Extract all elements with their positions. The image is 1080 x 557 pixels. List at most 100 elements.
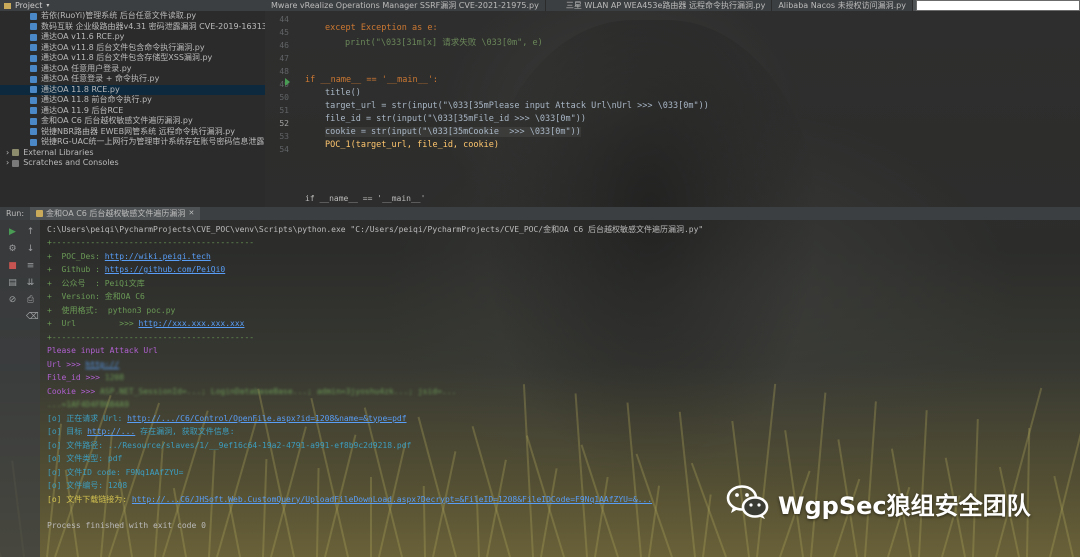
project-file-label: 通达OA 11.8 RCE.py — [41, 84, 120, 94]
tab-label: 三星 WLAN AP WEA453e路由器 远程命令执行漏洞.py — [565, 1, 766, 10]
project-file-item[interactable]: 通达OA v11.8 后台文件包含命令执行漏洞.py — [0, 43, 265, 54]
code-editor[interactable]: except Exception as e: print("\033[31m[x… — [305, 11, 1080, 198]
console-line: + 公众号 : PeiQi文库 — [47, 278, 145, 288]
scratches-label: Scratches and Consoles — [23, 158, 119, 167]
project-file-label: 通达OA v11.6 RCE.py — [41, 32, 125, 41]
code-line: title() — [325, 88, 361, 98]
wechat-icon — [726, 483, 770, 523]
scratches-item[interactable]: › Scratches and Consoles — [0, 158, 265, 169]
console-line: [o] 文件下载链接为: http://...C6/JHSoft.Web.Cus… — [47, 494, 652, 505]
chevron-right-icon: › — [6, 147, 10, 157]
project-file-item[interactable]: 通达OA v11.6 RCE.py — [0, 32, 265, 43]
library-icon — [12, 149, 20, 157]
line-number: 54 — [279, 145, 289, 154]
arrow-down-icon[interactable]: ↓ — [26, 245, 35, 254]
scroll-end-icon[interactable]: ⇊ — [26, 279, 35, 288]
project-file-label: 若依(RuoYi)管理系统 后台任意文件读取.py — [41, 11, 197, 20]
project-file-item[interactable]: 通达OA 11.8 前台命令执行.py — [0, 95, 265, 106]
rerun-icon[interactable]: ▶ — [8, 228, 17, 237]
search-input[interactable] — [916, 0, 1080, 11]
project-panel-header[interactable]: Project ▾ — [0, 0, 265, 11]
python-file-icon — [30, 44, 37, 52]
code-text: POC_1(target_url, file_id, cookie) — [325, 140, 499, 150]
project-file-item[interactable]: 通达OA 任意用户登录.py — [0, 64, 265, 75]
project-file-item[interactable]: 通达OA 11.9 后台RCE — [0, 106, 265, 117]
print-icon[interactable]: ⎙ — [26, 296, 35, 305]
console-link[interactable]: http://xxx.xxx.xxx.xxx — [139, 319, 245, 328]
wrench-icon[interactable]: ⚙ — [8, 245, 17, 254]
project-file-label: 通达OA 11.9 后台RCE — [41, 105, 124, 115]
line-number: 52 — [279, 119, 289, 128]
console-line: ...=1AF4D4FB6B4A9 — [47, 400, 129, 409]
console-link[interactable]: http://wiki.peiqi.tech — [105, 252, 211, 261]
trash-icon[interactable]: ⌫ — [26, 313, 39, 322]
project-panel-title: Project — [15, 1, 43, 10]
run-tab[interactable]: 金和OA C6 后台越权敏感文件遍历漏洞 ✕ — [30, 207, 201, 220]
console-link[interactable]: http:// — [86, 360, 120, 369]
project-file-label: 通达OA v11.8 后台文件包含存储型XSS漏洞.py — [41, 53, 213, 62]
pin-icon[interactable]: ⊘ — [8, 296, 17, 305]
arrow-up-icon[interactable]: ↑ — [26, 228, 35, 237]
python-file-icon — [30, 65, 37, 73]
layout-icon[interactable]: ▤ — [8, 279, 17, 288]
project-file-label: 通达OA 任意登录 + 命令执行.py — [41, 74, 160, 83]
code-line: print("\033[31m[x] 请求失败 \033[0m", e) — [345, 36, 543, 48]
console-text: Cookie >>> — [47, 386, 100, 396]
console-line: [o] 文件路径: ../Resource/slaves/1/__9ef16c6… — [47, 440, 412, 450]
breadcrumb[interactable]: if __name__ == '__main__' — [305, 194, 425, 203]
code-line: POC_1(target_url, file_id, cookie) — [325, 140, 499, 150]
close-icon[interactable]: ✕ — [188, 207, 194, 220]
python-file-icon — [30, 54, 37, 62]
python-file-icon — [30, 23, 37, 31]
soft-wrap-icon[interactable]: ≡ — [26, 262, 35, 271]
code-text: except Exception as e: — [325, 23, 438, 33]
code-line-current: cookie = str(input("\033[35mCookie >>> \… — [325, 127, 581, 137]
external-libraries-item[interactable]: › External Libraries — [0, 148, 265, 159]
console-line: Url >>> http:// — [47, 359, 119, 370]
project-file-item[interactable]: 通达OA v11.8 后台文件包含存储型XSS漏洞.py — [0, 53, 265, 64]
console-line: Please input Attack Url — [47, 346, 158, 355]
project-file-label: 锐捷NBR路由器 EWEB网管系统 远程命令执行漏洞.py — [41, 126, 235, 136]
project-file-item[interactable]: 金和OA C6 后台越权敏感文件遍历漏洞.py — [0, 116, 265, 127]
python-file-icon — [30, 138, 37, 146]
run-tool-strip: ▶ ↑ ⚙ ↓ ■ ≡ ▤ ⇊ ⊘ ⎙ ⌫ — [0, 220, 40, 557]
project-file-item[interactable]: 通达OA 11.8 RCE.py — [0, 84, 265, 95]
tab-vrealize[interactable]: Mware vRealize Operations Manager SSRF漏洞… — [265, 0, 546, 11]
run-gutter-icon[interactable] — [285, 78, 290, 86]
tab-label: Mware vRealize Operations Manager SSRF漏洞… — [271, 1, 539, 10]
tab-samsung[interactable]: 三星 WLAN AP WEA453e路由器 远程命令执行漏洞.py — [560, 0, 773, 11]
run-tab-label: 金和OA C6 后台越权敏感文件遍历漏洞 — [46, 209, 186, 218]
project-panel: Project ▾ 若依(RuoYi)管理系统 后台任意文件读取.py 数码互联 … — [0, 0, 265, 207]
line-number: 45 — [279, 28, 289, 37]
console-link[interactable]: https://github.com/PeiQi0 — [105, 265, 225, 274]
project-file-item[interactable]: 锐捷RG-UAC统一上网行为管理审计系统存在账号密码信息泄露 CNVD- — [0, 137, 265, 148]
stop-icon[interactable]: ■ — [8, 262, 17, 271]
project-file-item[interactable]: 通达OA 任意登录 + 命令执行.py — [0, 74, 265, 85]
python-file-icon — [30, 33, 37, 41]
console-line: Cookie >>> ASP.NET_SessionId=...; LoginD… — [47, 386, 456, 397]
project-file-item[interactable]: 数码互联 企业级路由器v4.31 密码泄露漏洞 CVE-2019-16313.p… — [0, 22, 265, 33]
console-link[interactable]: http://... — [87, 427, 135, 436]
console-line: + 使用格式: python3 poc.py — [47, 305, 176, 315]
tab-label: Alibaba Nacos 未授权访问漏洞.py — [778, 1, 906, 10]
code-text: target_url = str(input("\033[35mPlease i… — [325, 101, 709, 111]
console-line: File_id >>> 1208 — [47, 372, 124, 383]
python-file-icon — [30, 117, 37, 125]
code-text: cookie = str(input("\033[35mCookie >>> \… — [325, 127, 581, 137]
python-file-icon — [30, 75, 37, 83]
console-line: [o] 目标 http://... 存在漏洞, 获取文件信息: — [47, 426, 235, 437]
project-file-label: 金和OA C6 后台越权敏感文件遍历漏洞.py — [41, 116, 193, 125]
console-line: + Url >>> http://xxx.xxx.xxx.xxx — [47, 318, 244, 329]
tab-nacos[interactable]: Alibaba Nacos 未授权访问漏洞.py — [772, 0, 913, 11]
project-file-item[interactable]: 锐捷NBR路由器 EWEB网管系统 远程命令执行漏洞.py — [0, 127, 265, 138]
python-file-icon — [30, 86, 37, 94]
line-gutter: 44 45 46 47 48 49 50 51 52 53 54 — [265, 11, 295, 198]
project-file-item[interactable]: 若依(RuoYi)管理系统 后台任意文件读取.py — [0, 11, 265, 22]
console-text: + Github : — [47, 265, 105, 274]
console-link[interactable]: http://.../C6/Control/OpenFile.aspx?id=1… — [127, 414, 406, 423]
line-number: 47 — [279, 54, 289, 63]
console-link[interactable]: http://...C6/JHSoft.Web.CustomQuery/Uplo… — [132, 495, 652, 504]
watermark: WgpSec狼组安全团队 — [726, 483, 1031, 523]
code-text: file_id = str(input("\033[35mFile_id >>>… — [325, 114, 586, 124]
console-line: +---------------------------------------… — [47, 238, 255, 247]
